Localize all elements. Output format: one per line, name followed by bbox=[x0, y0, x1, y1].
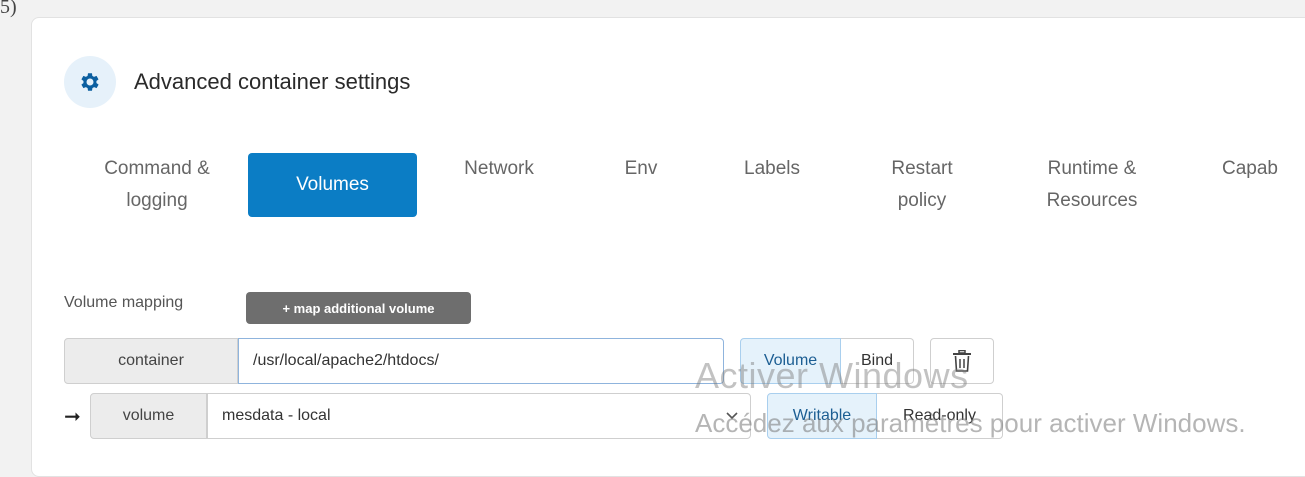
tab-env[interactable]: Env bbox=[606, 153, 676, 217]
arrow-right-icon: ➞ bbox=[64, 405, 81, 428]
volume-select[interactable]: mesdata - local bbox=[207, 393, 751, 439]
tab-restart-policy[interactable]: Restart policy bbox=[862, 153, 982, 217]
activation-watermark-text: Accédez aux paramètres pour activer Wind… bbox=[695, 408, 1246, 438]
tab-label-line1: Env bbox=[624, 158, 658, 179]
tab-label-line1: Command & bbox=[104, 158, 210, 179]
tab-label-line1: Restart bbox=[891, 158, 953, 179]
activation-watermark-title: Activer Windows bbox=[695, 355, 969, 396]
tab-label-line2: Resources bbox=[1046, 190, 1138, 211]
tab-label-line2: logging bbox=[126, 190, 188, 211]
volume-mapping-label: Volume mapping bbox=[64, 294, 184, 311]
tab-capabilities[interactable]: Capab bbox=[1222, 153, 1305, 217]
tab-label-line1: Capab bbox=[1222, 158, 1278, 179]
tab-network[interactable]: Network bbox=[439, 153, 559, 217]
tab-labels[interactable]: Labels bbox=[722, 153, 822, 217]
tab-label-line1: Network bbox=[464, 158, 534, 179]
volume-select-value: mesdata - local bbox=[222, 407, 331, 424]
map-additional-volume-button[interactable]: + map additional volume bbox=[246, 292, 471, 324]
panel-title: Advanced container settings bbox=[134, 69, 411, 94]
panel-header: Advanced container settings bbox=[64, 56, 410, 108]
volume-addon: volume bbox=[90, 393, 207, 439]
corner-mark: 5) bbox=[0, 0, 17, 18]
tab-runtime-resources[interactable]: Runtime & Resources bbox=[1022, 153, 1162, 217]
tab-command-logging[interactable]: Command & logging bbox=[77, 153, 237, 217]
tab-volumes[interactable]: Volumes bbox=[248, 153, 417, 217]
settings-tabs: Command & logging Volumes Network Env La… bbox=[32, 153, 1305, 233]
tab-label-line2: policy bbox=[897, 190, 947, 211]
tab-label-line1: Labels bbox=[744, 158, 800, 179]
gear-icon bbox=[64, 56, 116, 108]
tab-label-line1: Runtime & bbox=[1047, 158, 1137, 179]
container-path-input[interactable]: /usr/local/apache2/htdocs/ bbox=[238, 338, 724, 384]
tab-label-line1: Volumes bbox=[296, 174, 369, 195]
container-addon: container bbox=[64, 338, 238, 384]
